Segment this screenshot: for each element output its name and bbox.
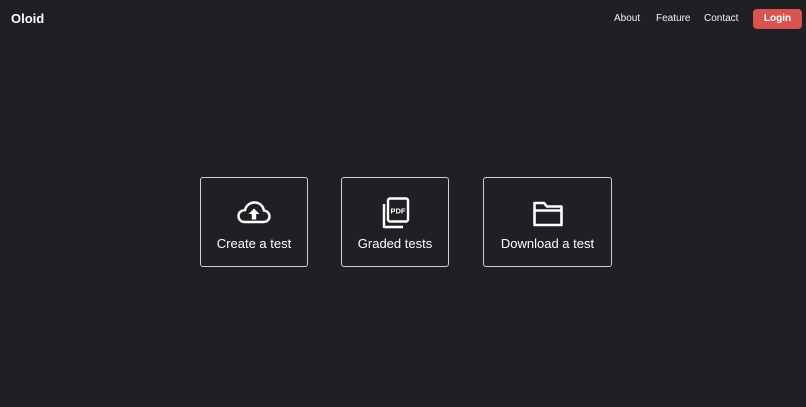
create-test-label: Create a test bbox=[216, 236, 292, 251]
create-test-card[interactable]: Create a test bbox=[200, 177, 308, 267]
graded-tests-label: Graded tests bbox=[357, 236, 433, 251]
pdf-icon-text: PDF bbox=[391, 207, 406, 216]
page: Oloid About Feature Contact Login Create… bbox=[0, 0, 806, 407]
graded-tests-card[interactable]: PDF Graded tests bbox=[341, 177, 449, 267]
folder-icon bbox=[532, 201, 563, 227]
nav-link-contact[interactable]: Contact bbox=[704, 13, 738, 25]
nav-link-about[interactable]: About bbox=[614, 13, 640, 25]
cloud-upload-icon bbox=[237, 201, 271, 224]
navbar: Oloid About Feature Contact Login bbox=[0, 0, 806, 38]
brand-logo[interactable]: Oloid bbox=[11, 11, 44, 27]
download-test-card[interactable]: Download a test bbox=[483, 177, 612, 267]
pdf-files-icon: PDF bbox=[382, 197, 410, 229]
nav-link-feature[interactable]: Feature bbox=[656, 13, 690, 25]
download-test-label: Download a test bbox=[500, 236, 595, 251]
login-button[interactable]: Login bbox=[753, 9, 802, 29]
